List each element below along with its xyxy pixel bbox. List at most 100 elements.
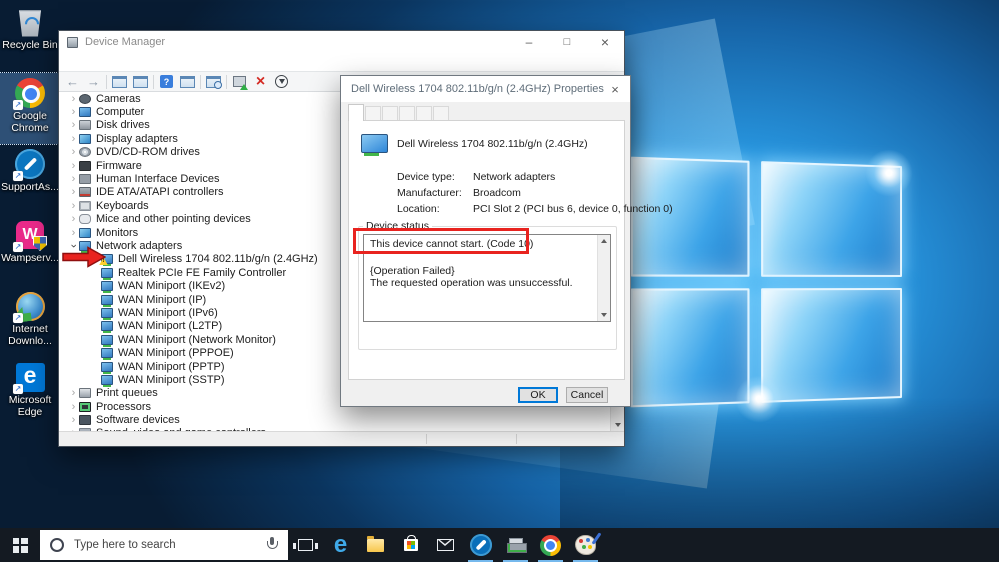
taskbar-search[interactable] <box>40 530 288 560</box>
search-input[interactable] <box>72 538 266 552</box>
taskbar-app-icon <box>507 538 525 552</box>
windows-start-icon <box>13 538 28 553</box>
taskbar-supportassist[interactable] <box>463 528 498 562</box>
tree-item-label: WAN Miniport (L2TP) <box>118 320 222 332</box>
dialog-titlebar[interactable]: Dell Wireless 1704 802.11b/g/n (2.4GHz) … <box>341 76 630 102</box>
device-icon <box>79 120 91 130</box>
property-label: Manufacturer: <box>397 187 473 199</box>
desktop-icon-google-chrome[interactable]: Google Chrome <box>0 73 60 144</box>
taskbar-app-icon <box>367 539 384 552</box>
desktop-icon-label: Recycle Bin <box>2 40 57 52</box>
tab-driver[interactable] <box>382 106 398 120</box>
maximize-button[interactable] <box>548 31 586 53</box>
desktop-icon-supportassist[interactable]: SupportAs... <box>0 144 60 215</box>
scroll-down-icon[interactable] <box>611 418 624 431</box>
scroll-down-icon[interactable] <box>598 309 610 321</box>
taskbar-chrome[interactable] <box>533 528 568 562</box>
action-pane-icon[interactable] <box>179 74 196 90</box>
chevron-icon[interactable] <box>68 415 79 425</box>
tab-details[interactable] <box>399 106 415 120</box>
taskbar-device-manager[interactable] <box>498 528 533 562</box>
microphone-icon[interactable] <box>266 537 278 553</box>
chevron-icon[interactable] <box>68 228 79 238</box>
device-icon <box>101 281 113 291</box>
cancel-button[interactable]: Cancel <box>566 387 608 403</box>
device-manager-titlebar[interactable]: Device Manager <box>59 31 624 53</box>
chevron-icon[interactable] <box>68 201 79 211</box>
tab-advanced[interactable] <box>365 106 381 120</box>
chevron-icon[interactable] <box>68 94 79 104</box>
chevron-icon[interactable] <box>68 107 79 117</box>
device-status-textbox[interactable]: This device cannot start. (Code 10) {Ope… <box>363 234 611 322</box>
tree-item-label: WAN Miniport (IP) <box>118 294 206 306</box>
tab-general[interactable] <box>348 104 364 121</box>
taskbar-store[interactable] <box>393 528 428 562</box>
help-icon[interactable] <box>158 74 175 90</box>
status-scrollbar[interactable] <box>597 235 610 321</box>
tree-item-label: WAN Miniport (PPPOE) <box>118 347 234 359</box>
taskbar-app-icon <box>298 539 313 551</box>
tree-item-label: Software devices <box>96 414 180 426</box>
update-driver-icon[interactable] <box>231 74 248 90</box>
device-icon <box>101 375 113 385</box>
shortcut-arrow-icon <box>13 313 23 323</box>
menu-action[interactable] <box>75 61 91 63</box>
taskbar-paint[interactable] <box>568 528 603 562</box>
chevron-icon[interactable] <box>68 161 79 171</box>
chevron-icon[interactable] <box>69 240 79 251</box>
menu-help[interactable] <box>107 61 123 63</box>
tree-item-label: WAN Miniport (Network Monitor) <box>118 334 276 346</box>
uninstall-device-icon[interactable] <box>252 74 269 90</box>
taskbar-app-icon <box>334 531 347 559</box>
scroll-up-icon[interactable] <box>598 235 610 247</box>
chevron-icon[interactable] <box>68 120 79 130</box>
desktop-icon-recycle-bin[interactable]: Recycle Bin <box>0 2 60 73</box>
ok-button[interactable]: OK <box>518 387 558 403</box>
shortcut-arrow-icon <box>13 242 23 252</box>
dialog-close-button[interactable] <box>606 80 624 98</box>
desktop-icon-microsoft-edge[interactable]: Microsoft Edge <box>0 357 60 428</box>
property-value: Network adapters <box>473 171 555 183</box>
taskbar-task-view[interactable] <box>288 528 323 562</box>
menu-file[interactable] <box>59 61 75 63</box>
toolbar-separator <box>226 75 227 89</box>
scan-hardware-icon[interactable] <box>205 74 222 90</box>
disable-device-icon[interactable] <box>273 74 290 90</box>
device-icon <box>79 147 91 157</box>
status-line-error: This device cannot start. (Code 10) <box>370 238 590 250</box>
windows-logo-pane <box>631 157 750 277</box>
toolbar-separator <box>153 75 154 89</box>
tree-item-label: WAN Miniport (IPv6) <box>118 307 218 319</box>
back-icon[interactable] <box>64 74 81 90</box>
console-tree-icon[interactable] <box>111 74 128 90</box>
status-bar-divider <box>516 434 517 444</box>
tab-resources[interactable] <box>433 106 449 120</box>
close-button[interactable] <box>586 31 624 53</box>
chevron-icon[interactable] <box>68 134 79 144</box>
taskbar: 8:55 PM 8/14/2018 3 <box>0 528 999 562</box>
taskbar-app-icon <box>437 539 454 551</box>
properties-icon[interactable] <box>132 74 149 90</box>
chevron-icon[interactable] <box>68 147 79 157</box>
chevron-icon[interactable] <box>68 174 79 184</box>
chevron-icon[interactable] <box>68 402 79 412</box>
tree-item-software-devices[interactable]: Software devices <box>59 413 624 426</box>
tree-item-label: Firmware <box>96 160 142 172</box>
minimize-button[interactable] <box>510 31 548 53</box>
chevron-icon[interactable] <box>68 187 79 197</box>
tab-events[interactable] <box>416 106 432 120</box>
desktop-icon-wampserver[interactable]: Wampserv... <box>0 215 60 286</box>
tree-item-label: Human Interface Devices <box>96 173 220 185</box>
taskbar-mail[interactable] <box>428 528 463 562</box>
taskbar-file-explorer[interactable] <box>358 528 393 562</box>
properties-dialog: Dell Wireless 1704 802.11b/g/n (2.4GHz) … <box>340 75 631 407</box>
menu-view[interactable] <box>91 61 107 63</box>
general-tab-page: Dell Wireless 1704 802.11b/g/n (2.4GHz) … <box>348 120 625 380</box>
forward-icon[interactable] <box>85 74 102 90</box>
desktop-icon-internet-download-manager[interactable]: Internet Downlo... <box>0 286 60 357</box>
taskbar-edge[interactable] <box>323 528 358 562</box>
chevron-icon[interactable] <box>68 214 79 224</box>
device-icon <box>101 308 113 318</box>
chevron-icon[interactable] <box>68 388 79 398</box>
start-button[interactable] <box>0 528 40 562</box>
